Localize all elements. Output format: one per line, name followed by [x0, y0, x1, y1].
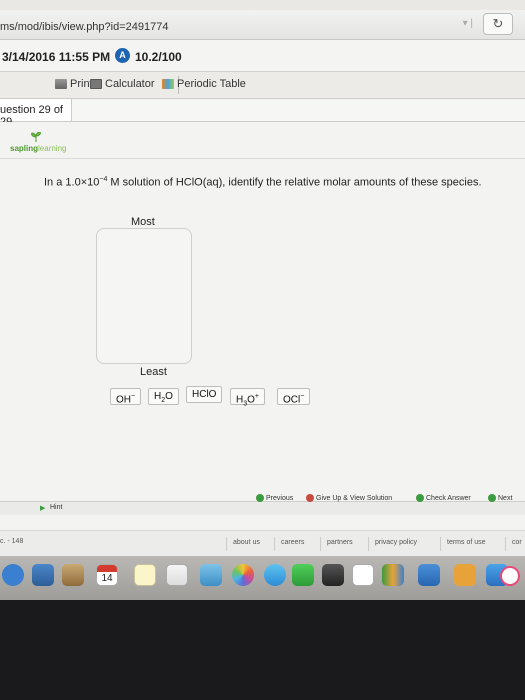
tile-tail: O [247, 394, 255, 406]
question-prefix: In a 1.0×10 [44, 176, 100, 189]
question-number-tab[interactable]: uestion 29 of 29 [0, 99, 72, 128]
score-icon: A [115, 48, 130, 63]
periodic-table-icon [162, 79, 174, 89]
play-icon: ▶ [40, 505, 46, 512]
calculator-icon [90, 79, 102, 89]
tile-water[interactable]: H2O [148, 388, 179, 405]
numbers-icon[interactable] [382, 564, 404, 586]
dropdown-icon[interactable]: ▾ | [463, 18, 473, 29]
safari-icon[interactable] [2, 564, 24, 586]
calculator-button[interactable]: Calculator [90, 78, 155, 90]
sapling-leaf-icon [31, 132, 41, 142]
hint-button[interactable]: Hint [50, 504, 62, 511]
status-bar: 3/14/2016 11:55 PM A 10.2/100 [0, 40, 525, 72]
tile-hydroxide[interactable]: OH− [110, 388, 142, 406]
browser-url-bar[interactable]: ms/mod/ibis/view.php?id=2491774 ▾ | ↻ [0, 10, 525, 40]
vlc-icon[interactable] [454, 564, 476, 586]
tile-hypochlorite[interactable]: OCl− [277, 388, 311, 406]
next-icon [488, 494, 496, 502]
previous-button[interactable]: Previous [256, 494, 293, 502]
check-answer-label: Check Answer [426, 494, 471, 502]
messages-icon[interactable] [264, 564, 286, 586]
tile-sup: − [131, 393, 136, 400]
tile-base: OCl [283, 394, 301, 406]
logo-brand: sapling [10, 144, 39, 153]
footer: c. - 148 about us careers partners priva… [0, 530, 525, 556]
logo-suffix: learning [38, 144, 67, 153]
toolbar: Print Calculator Periodic Table [0, 72, 525, 98]
calculator-label: Calculator [105, 78, 155, 90]
datetime: 3/14/2016 11:55 PM [2, 50, 111, 64]
check-icon [416, 494, 424, 502]
tile-sup: − [300, 393, 305, 400]
print-button[interactable]: Print [55, 78, 93, 90]
footer-link-privacy[interactable]: privacy policy [368, 537, 423, 551]
monitor-bezel [0, 600, 525, 700]
dock: 14 [0, 556, 525, 600]
maps-icon[interactable] [200, 564, 222, 586]
divider [0, 158, 525, 159]
footer-link-about[interactable]: about us [226, 537, 266, 551]
screen: ms/mod/ibis/view.php?id=2491774 ▾ | ↻ 3/… [0, 0, 525, 600]
reminders-icon[interactable] [166, 564, 188, 586]
least-label: Least [140, 366, 167, 378]
url-text[interactable]: ms/mod/ibis/view.php?id=2491774 [0, 21, 168, 33]
check-answer-button[interactable]: Check Answer [416, 494, 471, 502]
hint-bar: ▶ Hint [0, 501, 525, 515]
itunes-icon[interactable] [500, 566, 520, 586]
score: 10.2/100 [135, 50, 182, 64]
calendar-icon[interactable]: 14 [96, 564, 118, 586]
footer-link-partners[interactable]: partners [320, 537, 359, 551]
give-up-button[interactable]: Give Up & View Solution [306, 494, 392, 502]
tile-sup: + [254, 393, 260, 400]
give-up-label: Give Up & View Solution [316, 494, 393, 502]
mail-icon[interactable] [32, 564, 54, 586]
tile-base: OH [116, 394, 131, 406]
facetime-icon[interactable] [292, 564, 314, 586]
photo-booth-icon[interactable] [322, 564, 344, 586]
tile-hydronium[interactable]: H3O+ [230, 388, 266, 407]
most-label: Most [131, 216, 155, 228]
keynote-icon[interactable] [418, 564, 440, 586]
question-text: In a 1.0×10−4 M solution of HClO(aq), id… [44, 176, 482, 189]
question-suffix: M solution of HClO(aq), identify the rel… [107, 176, 482, 189]
next-label: Next [498, 494, 513, 502]
textedit-icon[interactable] [352, 564, 374, 586]
sapling-logo: saplinglearning [10, 144, 66, 153]
periodic-table-button[interactable]: Periodic Table [162, 78, 246, 90]
question-content: saplinglearning In a 1.0×10−4 M solution… [0, 122, 525, 530]
photos-icon[interactable] [232, 564, 254, 586]
contacts-icon[interactable] [62, 564, 84, 586]
tile-tail: O [165, 391, 173, 402]
tile-hypochlorous-acid[interactable]: HClO [186, 386, 223, 403]
notes-icon[interactable] [134, 564, 156, 586]
footer-left-text: c. - 148 [0, 538, 24, 545]
tile-base: HClO [192, 389, 217, 400]
periodic-table-label: Periodic Table [177, 78, 246, 90]
footer-link-terms[interactable]: terms of use [440, 537, 492, 551]
ranking-drop-zone[interactable] [96, 228, 192, 364]
printer-icon [55, 79, 67, 89]
footer-link-more[interactable]: cor [505, 537, 525, 551]
previous-icon [256, 494, 264, 502]
reload-button[interactable]: ↻ [483, 13, 513, 35]
footer-link-careers[interactable]: careers [274, 537, 310, 551]
question-nav-bar: uestion 29 of 29 [0, 98, 525, 128]
give-up-icon [306, 494, 314, 502]
next-button[interactable]: Next [488, 494, 512, 502]
previous-label: Previous [266, 494, 294, 502]
